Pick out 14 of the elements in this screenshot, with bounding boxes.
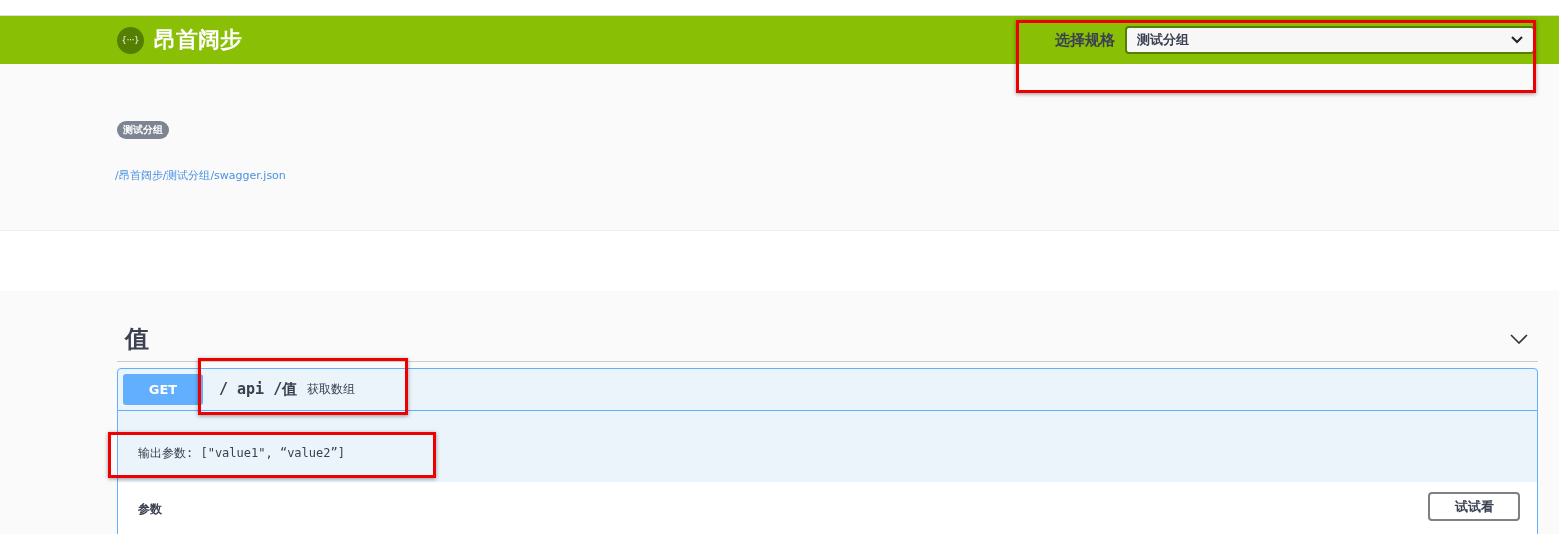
spec-select[interactable]: 测试分组 — [1125, 26, 1535, 54]
output-description: 输出参数: ["value1", “value2”] — [138, 445, 345, 462]
section-title: 值 — [125, 324, 149, 355]
parameters-heading: 参数 — [138, 501, 162, 518]
chevron-down-icon[interactable] — [1510, 334, 1528, 344]
try-it-button[interactable]: 试试看 — [1428, 492, 1520, 521]
method-badge: GET — [123, 374, 203, 405]
chevron-down-icon — [1511, 36, 1523, 44]
logo-icon: {···} — [117, 26, 144, 54]
version-badge: 测试分组 — [117, 121, 169, 139]
endpoint-path: / api /值 — [219, 380, 298, 399]
spec-label: 选择规格 — [1055, 30, 1115, 50]
endpoint-summary: 获取数组 — [307, 381, 356, 398]
app-title: 昂首阔步 — [154, 26, 242, 54]
